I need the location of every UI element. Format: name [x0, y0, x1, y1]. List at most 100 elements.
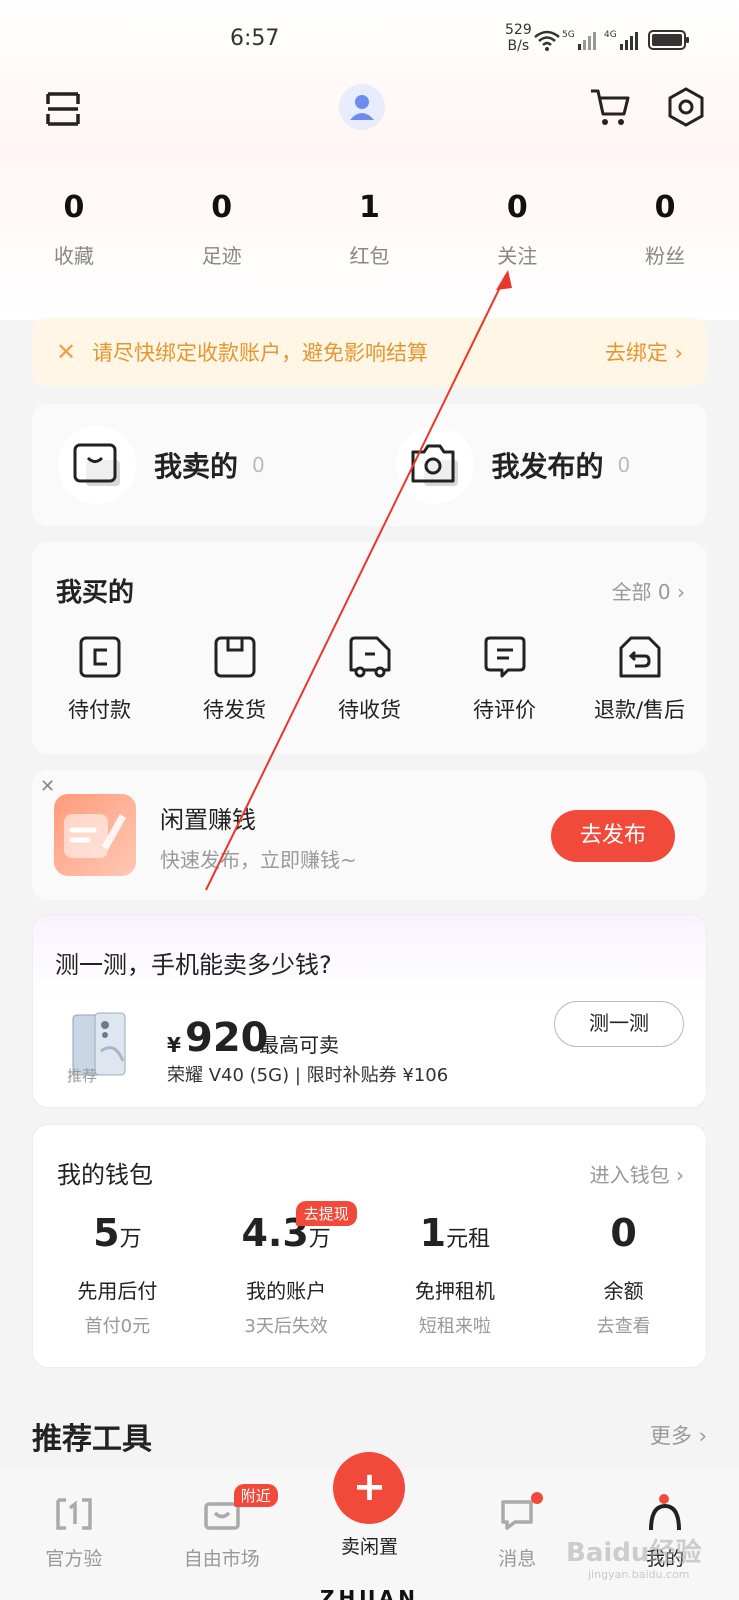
order-pending-receipt[interactable]: 待收货 — [302, 634, 437, 724]
scan-menu-icon[interactable] — [44, 90, 82, 128]
avatar-icon — [350, 95, 374, 120]
phone-valuation-card: 测一测，手机能卖多少钱? 推荐 ¥ 920 最高可卖 荣耀 V40 (5G) |… — [32, 914, 707, 1108]
battery-icon — [648, 30, 689, 50]
withdraw-badge[interactable]: 去提现 — [295, 1201, 357, 1226]
my-published-count: 0 — [617, 453, 631, 477]
wallet-title: 我的钱包 — [57, 1161, 153, 1189]
order-refund[interactable]: 退款/售后 — [572, 634, 707, 724]
estimated-price: 920 — [185, 1015, 269, 1061]
close-icon[interactable]: ✕ — [40, 776, 55, 797]
wallet-balance[interactable]: 0 余额 去查看 — [539, 1211, 708, 1338]
truck-icon — [349, 636, 390, 678]
tab-free-market[interactable]: 附近 自由市场 — [148, 1470, 296, 1600]
tools-more-link[interactable]: 更多 › — [650, 1420, 707, 1450]
all-orders-link[interactable]: 全部 0 › — [612, 576, 685, 605]
stat-following[interactable]: 0 关注 — [443, 190, 591, 269]
stat-followers[interactable]: 0 粉丝 — [591, 190, 739, 269]
stat-label: 收藏 — [53, 244, 94, 268]
close-icon[interactable]: ✕ — [56, 338, 92, 366]
wallet-value-unit: 万 — [119, 1227, 142, 1252]
stat-number: 0 — [63, 190, 85, 225]
avatar[interactable] — [339, 84, 385, 130]
wallet-value-number: 1 — [419, 1211, 447, 1255]
promo-title: 闲置赚钱 — [160, 806, 256, 834]
sold-bag-icon — [73, 443, 120, 486]
svg-text:5G: 5G — [562, 30, 575, 40]
my-purchases-card: 我买的 全部 0 › 待付款 待发货 待收货 待评价 退款/售后 — [32, 542, 707, 754]
signal-5g-icon: 5G — [562, 30, 596, 50]
wallet-rent-phone[interactable]: 1元租 免押租机 短租来啦 — [371, 1211, 540, 1338]
stat-number: 0 — [506, 190, 528, 225]
bind-account-link[interactable]: 去绑定 › — [605, 337, 683, 367]
phone-model-desc: 荣耀 V40 (5G) | 限时补贴券 ¥106 — [167, 1065, 449, 1086]
valuate-button[interactable]: 测一测 — [554, 1001, 684, 1047]
status-time: 6:57 — [230, 26, 280, 51]
wallet-value: 5万 — [33, 1211, 202, 1263]
wallet-my-account[interactable]: 去提现 4.3万 我的账户 3天后失效 — [202, 1201, 371, 1338]
net-speed-value: 529 — [505, 22, 532, 38]
my-sold-count: 0 — [252, 453, 265, 477]
order-pending-shipment[interactable]: 待发货 — [167, 634, 302, 724]
bind-account-notice: ✕ 请尽快绑定收款账户，避免影响结算 去绑定 › — [32, 318, 707, 386]
tab-sell-idle[interactable]: + 卖闲置 ZHUAN — [296, 1452, 444, 1600]
camera-icon — [411, 444, 458, 486]
wallet-value-number: 5 — [93, 1211, 120, 1255]
my-published-entry[interactable]: 我发布的 0 — [370, 426, 708, 504]
cart-icon[interactable] — [588, 86, 632, 128]
inspect-badge-icon — [56, 1498, 92, 1530]
currency-symbol: ¥ — [167, 1033, 181, 1057]
my-sold-entry[interactable]: 我卖的 0 — [32, 426, 370, 504]
tab-label: 卖闲置 — [340, 1536, 398, 1558]
wallet-pay-later[interactable]: 5万 先用后付 首付0元 — [33, 1211, 202, 1338]
wallet-pay-icon — [79, 636, 120, 678]
notice-message: 请尽快绑定收款账户，避免影响结算 — [92, 341, 428, 365]
order-label: 待发货 — [203, 698, 266, 722]
recommend-tag: 推荐 — [67, 1067, 98, 1085]
order-label: 待评价 — [473, 698, 536, 722]
wallet-item-sub: 3天后失效 — [244, 1316, 328, 1337]
wallet-value-unit: 元租 — [446, 1227, 491, 1252]
wallet-item-sub: 首付0元 — [84, 1316, 151, 1337]
publish-button[interactable]: 去发布 — [551, 810, 675, 862]
signal-4g-icon: 4G — [604, 30, 638, 50]
brand-logo-text: ZHUAN — [319, 1586, 420, 1600]
pencil-note-icon — [64, 814, 126, 858]
promo-illustration — [54, 794, 136, 876]
stat-label: 红包 — [349, 244, 390, 268]
stat-favorites[interactable]: 0 收藏 — [0, 190, 148, 269]
order-label: 待收货 — [338, 698, 401, 722]
tab-label: 官方验 — [45, 1548, 103, 1570]
unread-dot — [531, 1492, 544, 1504]
selling-card: 我卖的 0 我发布的 0 — [32, 404, 707, 526]
plus-icon[interactable]: + — [333, 1452, 406, 1524]
wallet-items: 5万 先用后付 首付0元 去提现 4.3万 我的账户 3天后失效 1元租 免押租… — [33, 1201, 708, 1338]
stat-number: 0 — [654, 190, 676, 225]
comment-icon — [484, 636, 525, 678]
order-label: 退款/售后 — [593, 698, 686, 722]
order-pending-payment[interactable]: 待付款 — [32, 634, 167, 724]
wallet-item-sub: 短租来啦 — [418, 1316, 491, 1337]
wifi-icon — [534, 30, 560, 51]
idle-earn-promo: ✕ 闲置赚钱 快速发布，立即赚钱~ 去发布 — [32, 770, 707, 900]
wallet-item-label: 我的账户 — [246, 1279, 327, 1303]
sold-icon-wrap — [58, 426, 136, 504]
valuation-title: 测一测，手机能卖多少钱? — [55, 951, 332, 979]
settings-hex-icon[interactable] — [666, 86, 706, 128]
stat-label: 关注 — [497, 244, 538, 268]
return-icon — [619, 636, 660, 678]
promo-subtitle: 快速发布，立即赚钱~ — [160, 848, 357, 872]
box-icon — [214, 636, 255, 678]
wallet-item-label: 免押租机 — [414, 1279, 495, 1303]
stat-red-packets[interactable]: 1 红包 — [296, 190, 444, 269]
watermark-url: jingyan.baidu.com — [588, 1568, 690, 1581]
purchases-title: 我买的 — [56, 578, 135, 608]
order-pending-review[interactable]: 待评价 — [437, 634, 572, 724]
stat-label: 粉丝 — [645, 244, 686, 268]
stat-footprints[interactable]: 0 足迹 — [148, 190, 296, 269]
wallet-value: 0 — [539, 1211, 708, 1263]
stat-number: 0 — [211, 190, 233, 225]
tab-official-inspect[interactable]: 官方验 — [0, 1470, 148, 1600]
enter-wallet-link[interactable]: 进入钱包 › — [590, 1159, 684, 1188]
wallet-item-sub: 去查看 — [596, 1316, 651, 1337]
tab-label: 自由市场 — [183, 1548, 260, 1570]
